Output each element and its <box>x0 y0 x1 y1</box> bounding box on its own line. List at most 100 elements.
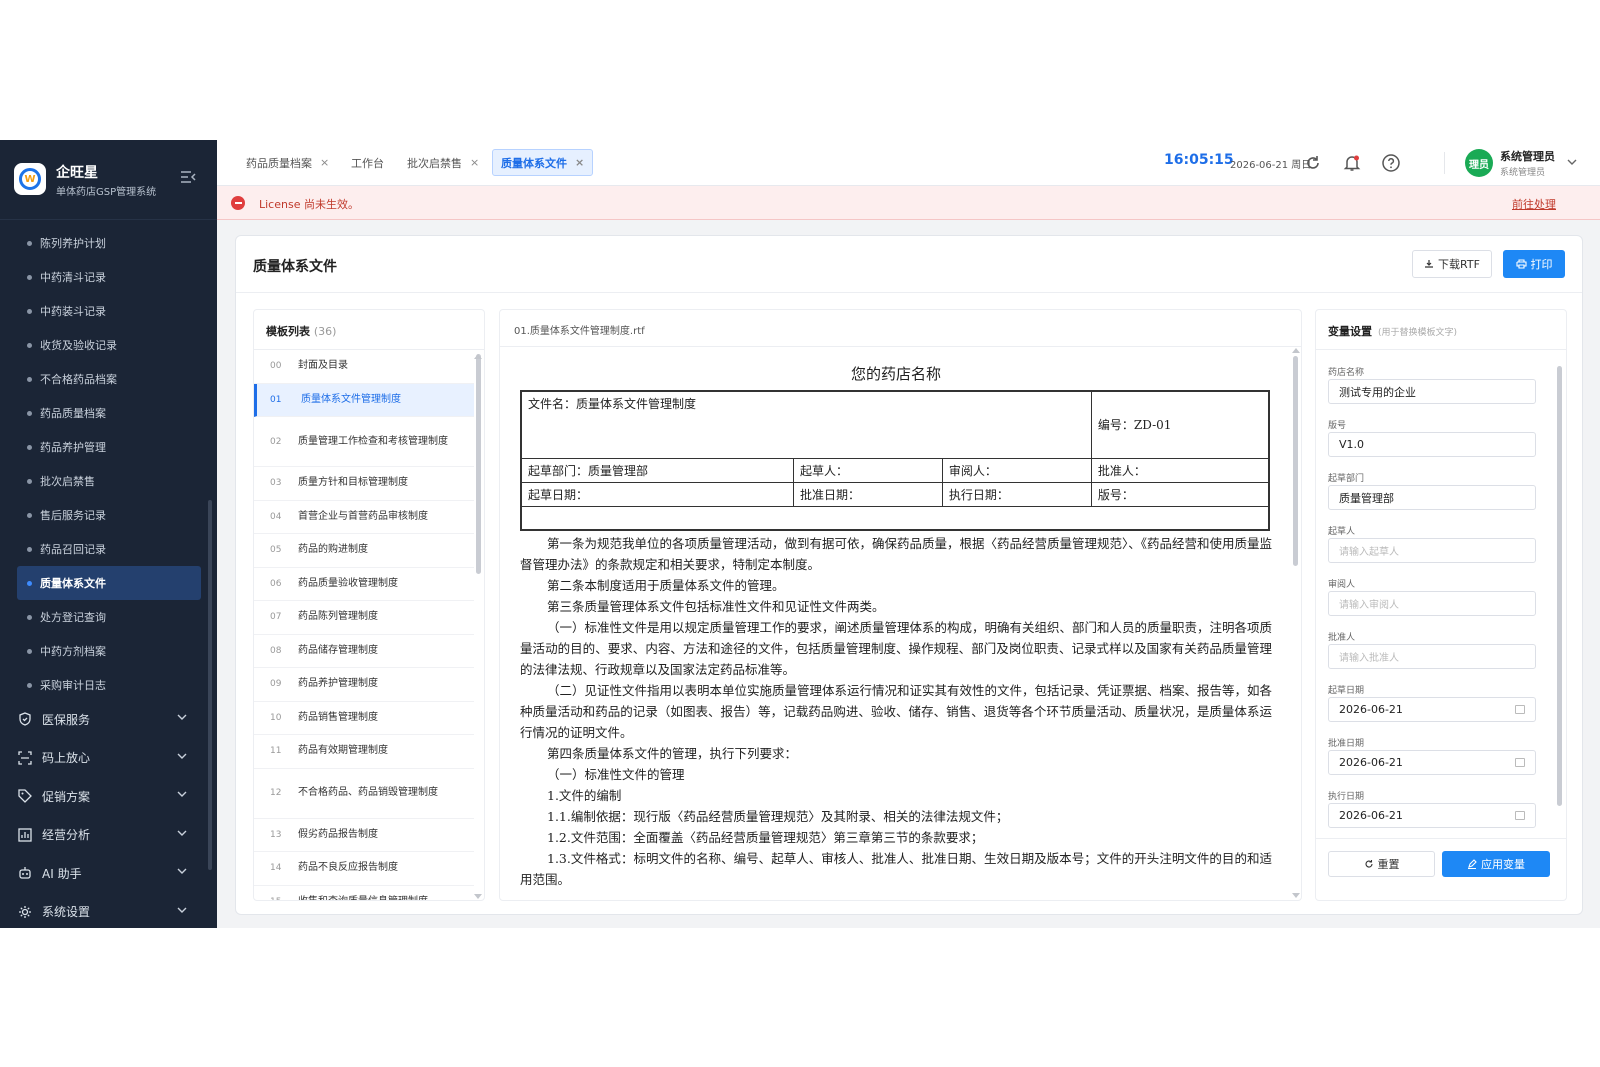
sidebar-item[interactable]: 售后服务记录 <box>0 498 217 532</box>
variable-input[interactable]: 测试专用的企业 <box>1328 379 1536 404</box>
template-item[interactable]: 10 药品销售管理制度 <box>254 702 474 735</box>
sidebar-item[interactable]: 采购审计日志 <box>0 668 217 702</box>
calendar-icon[interactable] <box>1515 758 1525 767</box>
scroll-up-icon[interactable] <box>474 353 482 359</box>
sidebar-item[interactable]: 处方登记查询 <box>0 600 217 634</box>
template-item[interactable]: 09 药品养护管理制度 <box>254 668 474 702</box>
sidebar-item[interactable]: 药品养护管理 <box>0 430 217 464</box>
sidebar-item[interactable]: 质量体系文件 <box>17 566 201 600</box>
template-item[interactable]: 14 药品不良反应报告制度 <box>254 852 474 886</box>
template-name: 药品质量验收管理制度 <box>298 577 398 589</box>
variable-input[interactable]: 请输入批准人 <box>1328 644 1536 669</box>
tab-label: 工作台 <box>351 156 384 170</box>
template-item[interactable]: 02 质量管理工作检查和考核管理制度 <box>254 417 474 467</box>
template-item[interactable]: 07 药品陈列管理制度 <box>254 601 474 635</box>
help-icon[interactable] <box>1381 153 1401 173</box>
tab[interactable]: 工作台 <box>343 149 392 176</box>
sidebar-group-label: 医保服务 <box>42 712 91 727</box>
user-role: 系统管理员 <box>1500 168 1546 178</box>
user-name[interactable]: 系统管理员 <box>1500 148 1555 164</box>
template-item[interactable]: 05 药品的购进制度 <box>254 534 474 568</box>
reset-label: 重置 <box>1377 858 1400 871</box>
doc-scroll-down-icon[interactable] <box>1292 893 1300 899</box>
chevron-down-icon <box>177 791 187 797</box>
close-icon[interactable]: × <box>320 156 329 169</box>
download-rtf-button[interactable]: 下载RTF <box>1412 250 1492 278</box>
sidebar-item[interactable]: 药品召回记录 <box>0 532 217 566</box>
sidebar-item[interactable]: 收货及验收记录 <box>0 328 217 362</box>
variables-panel: 变量设置 (用于替换模板文字) 药店名称 测试专用的企业 版号 V1.0 起草部门 质量管理… <box>1315 309 1567 901</box>
template-item[interactable]: 11 药品有效期管理制度 <box>254 735 474 769</box>
template-name: 质量管理工作检查和考核管理制度 <box>298 435 448 447</box>
sidebar-group[interactable]: 医保服务 <box>0 700 217 738</box>
close-icon[interactable]: × <box>575 156 584 169</box>
variable-label: 起草人 <box>1328 527 1356 537</box>
template-item[interactable]: 13 假劣药品报告制度 <box>254 819 474 852</box>
variable-input[interactable]: 请输入起草人 <box>1328 538 1536 563</box>
document-scrollbar[interactable] <box>1293 356 1298 566</box>
template-item[interactable]: 08 药品储存管理制度 <box>254 635 474 668</box>
variable-input[interactable]: V1.0 <box>1328 432 1536 457</box>
scan-icon <box>18 750 32 765</box>
apply-variables-button[interactable]: 应用变量 <box>1442 851 1550 877</box>
sidebar-item[interactable]: 药品质量档案 <box>0 396 217 430</box>
sidebar-item-label: 批次启禁售 <box>40 475 95 488</box>
document-paragraph: 1.3.文件格式：标明文件的名称、编号、起草人、审核人、批准人、批准日期、生效日… <box>520 851 1272 887</box>
sidebar-group[interactable]: 促销方案 <box>0 777 217 815</box>
template-item[interactable]: 00 封面及目录 <box>254 350 474 384</box>
tab-label: 质量体系文件 <box>501 156 567 170</box>
template-list-scrollbar[interactable] <box>476 354 481 574</box>
variable-input[interactable]: 质量管理部 <box>1328 485 1536 510</box>
tab[interactable]: 质量体系文件 × <box>492 149 594 176</box>
calendar-icon[interactable] <box>1515 705 1525 714</box>
license-fix-link[interactable]: 前往处理 <box>1512 196 1556 212</box>
doc-scroll-up-icon[interactable] <box>1292 347 1300 353</box>
sidebar-item[interactable]: 中药装斗记录 <box>0 294 217 328</box>
sidebar-item[interactable]: 中药清斗记录 <box>0 260 217 294</box>
chevron-down-icon <box>177 868 187 874</box>
close-icon[interactable]: × <box>470 156 479 169</box>
date-input[interactable]: 2026-06-21 <box>1328 803 1536 828</box>
variable-label: 起草部门 <box>1328 474 1365 484</box>
template-item[interactable]: 15收集和查询质量信息管理制度 <box>254 886 474 900</box>
sidebar-group[interactable]: 经营分析 <box>0 816 217 854</box>
sidebar-group-label: AI 助手 <box>42 866 82 881</box>
chevron-down-icon <box>177 907 187 913</box>
bullet-dot <box>27 274 32 280</box>
sidebar-item[interactable]: 陈列养护计划 <box>0 226 217 260</box>
scroll-down-icon[interactable] <box>474 894 482 900</box>
sidebar-item-label: 质量体系文件 <box>40 577 106 590</box>
notification-bell-icon[interactable] <box>1342 153 1362 173</box>
sidebar-scrollbar[interactable] <box>208 500 212 870</box>
variables-scrollbar[interactable] <box>1557 366 1562 806</box>
variable-input[interactable]: 请输入审阅人 <box>1328 591 1536 616</box>
date-input[interactable]: 2026-06-21 <box>1328 697 1536 722</box>
sidebar-group[interactable]: AI 助手 <box>0 854 217 892</box>
tab[interactable]: 批次启禁售 × <box>399 149 487 176</box>
tab[interactable]: 药品质量档案 × <box>238 149 337 176</box>
template-item[interactable]: 06 药品质量验收管理制度 <box>254 568 474 601</box>
bullet-dot <box>27 478 32 484</box>
calendar-icon[interactable] <box>1515 811 1525 820</box>
sidebar-item-label: 收货及验收记录 <box>40 339 117 352</box>
template-name: 质量体系文件管理制度 <box>301 393 401 405</box>
user-avatar[interactable]: 理员 <box>1465 149 1493 177</box>
license-alert: License 尚未生效。 前往处理 <box>217 186 1600 220</box>
license-message: License 尚未生效。 <box>259 198 359 211</box>
sidebar-item[interactable]: 中药方剂档案 <box>0 634 217 668</box>
sidebar-item[interactable]: 批次启禁售 <box>0 464 217 498</box>
print-button[interactable]: 打印 <box>1503 250 1565 278</box>
sidebar-item[interactable]: 不合格药品档案 <box>0 362 217 396</box>
variables-subtitle: (用于替换模板文字) <box>1378 328 1458 338</box>
reset-button[interactable]: 重置 <box>1328 851 1435 877</box>
date-input[interactable]: 2026-06-21 <box>1328 750 1536 775</box>
template-item[interactable]: 03 质量方针和目标管理制度 <box>254 467 474 501</box>
template-item[interactable]: 04 首营企业与首营药品审核制度 <box>254 501 474 534</box>
template-item[interactable]: 12 不合格药品、药品销毁管理制度 <box>254 769 474 819</box>
sidebar-group[interactable]: 码上放心 <box>0 739 217 777</box>
sidebar-group[interactable]: 系统设置 <box>0 893 217 929</box>
menu-collapse-icon[interactable] <box>180 170 196 184</box>
template-item[interactable]: 01 质量体系文件管理制度 <box>254 383 474 417</box>
user-menu-chevron-icon[interactable] <box>1567 158 1577 166</box>
refresh-icon[interactable] <box>1303 153 1323 173</box>
